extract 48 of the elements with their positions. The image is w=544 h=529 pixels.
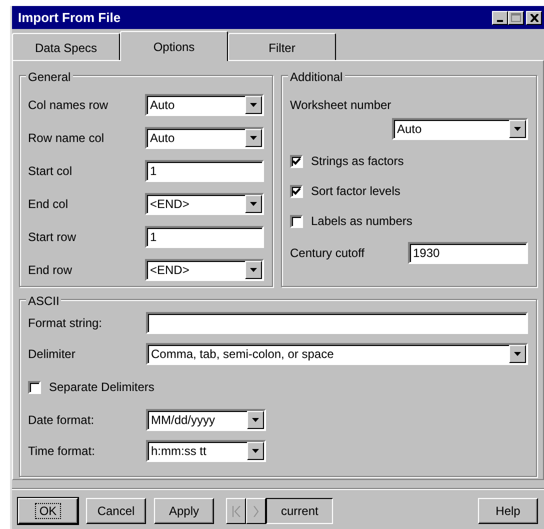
field-label: Worksheet number — [290, 97, 392, 114]
tab[interactable]: Filter — [228, 33, 336, 61]
checkbox[interactable] — [290, 214, 303, 228]
field-label: Century cutoff — [290, 245, 366, 262]
input-field[interactable]: 1 — [144, 226, 264, 248]
dropdown-field[interactable]: Auto — [144, 94, 264, 116]
maximize-icon — [511, 13, 521, 22]
dialog-button[interactable]: Cancel — [86, 498, 146, 524]
field-label: Start row — [28, 229, 78, 246]
field-label: End col — [28, 196, 70, 213]
field-label: Date format: — [28, 412, 96, 429]
dropdown-field[interactable]: <END> — [144, 193, 264, 215]
checkbox[interactable] — [28, 380, 41, 394]
dropdown-field[interactable]: h:mm:ss tt — [146, 440, 266, 462]
dropdown-field[interactable]: Comma, tab, semi-colon, or space — [146, 343, 528, 365]
minimize-button[interactable] — [492, 10, 508, 24]
checkbox-label: Labels as numbers — [311, 213, 412, 230]
field-label: End row — [28, 262, 74, 279]
dialog-button[interactable]: Apply — [154, 498, 214, 524]
dialog-button[interactable]: OK — [18, 498, 78, 524]
input-field[interactable]: 1930 — [408, 242, 528, 264]
close-icon — [530, 14, 538, 22]
field-label: Col names row — [28, 97, 110, 114]
field-label: Row name col — [28, 130, 106, 147]
checkbox-label: Strings as factors — [311, 153, 404, 170]
field-label: Format string: — [28, 315, 104, 332]
dropdown-field[interactable]: Auto — [392, 118, 528, 140]
input-field[interactable] — [146, 312, 528, 334]
close-button[interactable] — [526, 10, 542, 24]
record-indicator: current — [266, 498, 334, 524]
window-title: Import From File — [18, 8, 121, 27]
field-label: Start col — [28, 163, 74, 180]
dropdown-field[interactable]: MM/dd/yyyy — [146, 409, 266, 431]
input-field[interactable]: 1 — [144, 160, 264, 182]
help-button[interactable]: Help — [478, 498, 538, 524]
field-label: Delimiter — [28, 346, 76, 363]
checkbox[interactable] — [290, 184, 303, 198]
dropdown-field[interactable]: <END> — [144, 259, 264, 281]
checkbox-label: Separate Delimiters — [49, 379, 154, 396]
first-record-icon — [232, 506, 240, 516]
tab[interactable]: Data Specs — [12, 33, 120, 61]
tab[interactable]: Options — [120, 31, 228, 61]
minimize-icon — [497, 20, 503, 22]
dropdown-field[interactable]: Auto — [144, 127, 264, 149]
checkbox[interactable] — [290, 154, 303, 168]
checkbox-label: Sort factor levels — [311, 183, 400, 200]
maximize-button[interactable] — [508, 10, 524, 24]
field-label: Time format: — [28, 443, 96, 460]
